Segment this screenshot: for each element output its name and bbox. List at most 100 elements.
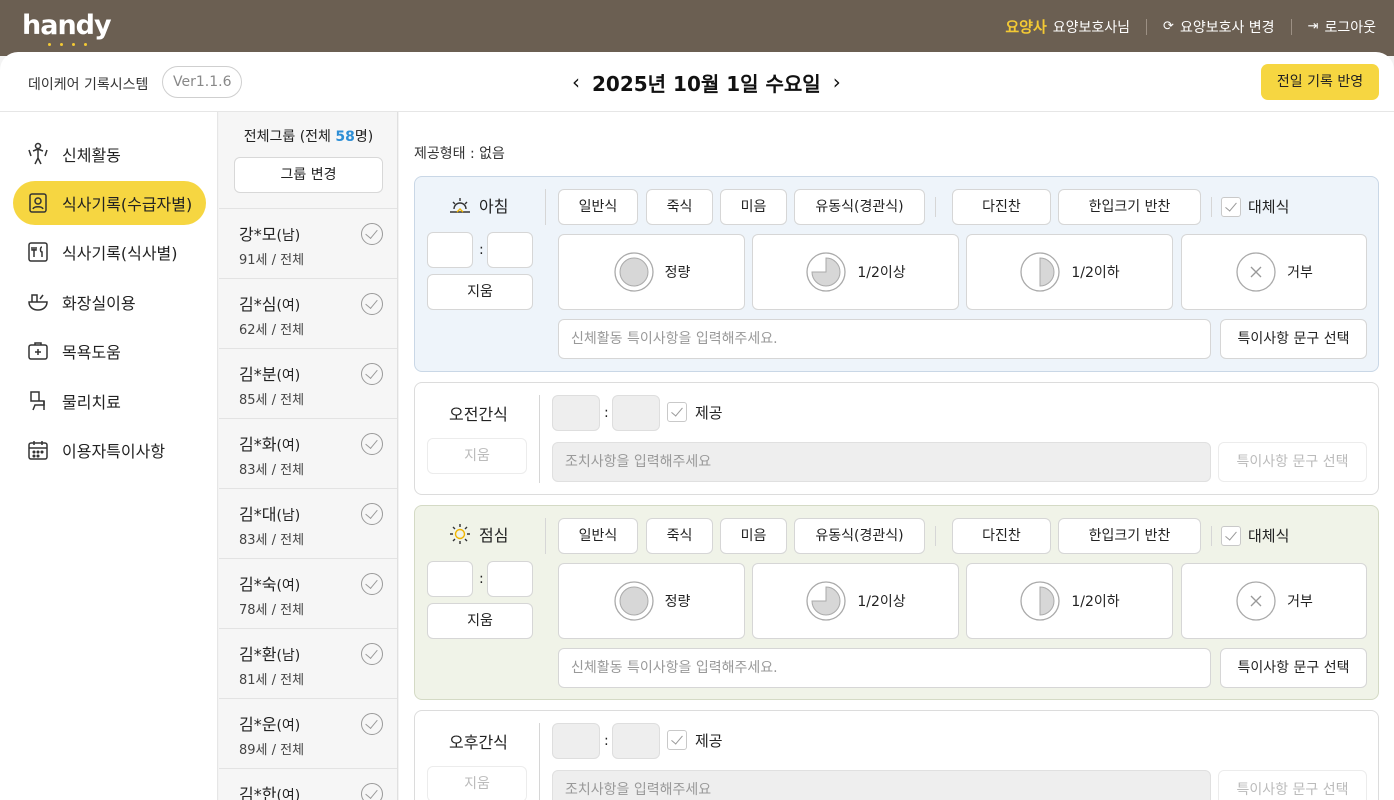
meal-type-porridge[interactable]: 죽식 bbox=[646, 518, 713, 554]
amount-under-half-button[interactable]: 1/2이하 bbox=[966, 563, 1173, 639]
logout-button[interactable]: ⇥ 로그아웃 bbox=[1308, 17, 1376, 37]
provided-checkbox[interactable] bbox=[667, 402, 687, 422]
body-activity-icon bbox=[26, 142, 50, 166]
meal-type-porridge[interactable]: 죽식 bbox=[646, 189, 713, 225]
sidebar-item-meal-by-recipient[interactable]: 식사기록(수급자별) bbox=[13, 181, 206, 225]
check-circle-icon bbox=[361, 713, 383, 735]
recipient-row[interactable]: 김*운(여) 89세 / 전체 bbox=[219, 698, 397, 768]
meal-card-pm-snack: 오후간식 지움 : 제공 조치사항을 입력해주세요 특이사항 문구 선택 bbox=[414, 710, 1379, 800]
prev-day-button[interactable]: ‹ bbox=[560, 70, 592, 94]
sidebar-item-bath-help[interactable]: 목욕도움 bbox=[13, 329, 206, 373]
amount-under-half-button[interactable]: 1/2이하 bbox=[966, 234, 1173, 310]
sidebar-item-toilet[interactable]: 화장실이용 bbox=[13, 280, 206, 324]
sidebar-item-body-activity[interactable]: 신체활동 bbox=[13, 132, 206, 176]
hour-input[interactable] bbox=[552, 723, 600, 759]
recipient-row[interactable]: 김*환(남) 81세 / 전체 bbox=[219, 628, 397, 698]
amount-full-button[interactable]: 정량 bbox=[558, 234, 745, 310]
amount-over-half-button[interactable]: 1/2이상 bbox=[752, 563, 959, 639]
recipient-row[interactable]: 김*한(여) bbox=[219, 768, 397, 800]
check-circle-icon bbox=[361, 433, 383, 455]
amount-over-half-button[interactable]: 1/2이상 bbox=[752, 234, 959, 310]
recipient-row[interactable]: 김*숙(여) 78세 / 전체 bbox=[219, 558, 397, 628]
note-input[interactable]: 신체활동 특이사항을 입력해주세요. bbox=[558, 648, 1211, 688]
therapy-icon bbox=[26, 389, 50, 413]
amount-refuse-button[interactable]: 거부 bbox=[1181, 563, 1367, 639]
check-circle-icon bbox=[361, 573, 383, 595]
side-chopped[interactable]: 다진찬 bbox=[952, 518, 1051, 554]
check-circle-icon bbox=[361, 363, 383, 385]
sidebar-item-physical-therapy[interactable]: 물리치료 bbox=[13, 379, 206, 423]
meal-type-general[interactable]: 일반식 bbox=[558, 518, 638, 554]
refuse-icon bbox=[1236, 581, 1276, 621]
hour-input[interactable] bbox=[427, 561, 473, 597]
meal-type-gruel[interactable]: 미음 bbox=[720, 518, 787, 554]
meal-type-liquid[interactable]: 유동식(경관식) bbox=[794, 518, 925, 554]
sunrise-icon bbox=[450, 198, 470, 213]
recipient-row[interactable]: 김*화(여) 83세 / 전체 bbox=[219, 418, 397, 488]
hour-input[interactable] bbox=[552, 395, 600, 431]
half-plate-icon bbox=[1020, 581, 1060, 621]
check-circle-icon bbox=[361, 503, 383, 525]
meal-type-general[interactable]: 일반식 bbox=[558, 189, 638, 225]
clear-button[interactable]: 지움 bbox=[427, 603, 533, 639]
select-phrase-button[interactable]: 특이사항 문구 선택 bbox=[1220, 319, 1367, 359]
side-bite-size[interactable]: 한입크기 반찬 bbox=[1058, 189, 1201, 225]
action-note-input[interactable]: 조치사항을 입력해주세요 bbox=[552, 770, 1211, 800]
minute-input[interactable] bbox=[487, 561, 533, 597]
sidebar-item-user-notes[interactable]: 이용자특이사항 bbox=[13, 428, 206, 472]
select-phrase-button[interactable]: 특이사항 문구 선택 bbox=[1218, 770, 1367, 800]
substitute-label: 대체식 bbox=[1248, 527, 1290, 545]
recipient-row[interactable]: 강*모(남) 91세 / 전체 bbox=[219, 208, 397, 278]
recipient-row[interactable]: 김*분(여) 85세 / 전체 bbox=[219, 348, 397, 418]
role-label: 요양사 bbox=[1005, 18, 1047, 36]
next-day-button[interactable]: › bbox=[821, 70, 853, 94]
refresh-icon: ⟳ bbox=[1163, 19, 1174, 34]
select-phrase-button[interactable]: 특이사항 문구 선택 bbox=[1220, 648, 1367, 688]
check-circle-icon bbox=[361, 783, 383, 800]
meal-type-liquid[interactable]: 유동식(경관식) bbox=[794, 189, 925, 225]
select-phrase-button[interactable]: 특이사항 문구 선택 bbox=[1218, 442, 1367, 482]
recipient-list-panel: 전체그룹 (전체 58명) 그룹 변경 강*모(남) 91세 / 전체 김*심(… bbox=[219, 112, 398, 800]
meal-record-main: 제공형태 : 없음 아침 : 지움 일반식 죽식 미음 유동식(경관식) 다진찬… bbox=[399, 112, 1394, 800]
switch-caregiver-button[interactable]: ⟳ 요양보호사 변경 bbox=[1163, 17, 1275, 37]
sun-icon bbox=[450, 524, 470, 544]
three-quarter-plate-icon bbox=[806, 581, 846, 621]
provided-checkbox[interactable] bbox=[667, 730, 687, 750]
amount-refuse-button[interactable]: 거부 bbox=[1181, 234, 1367, 310]
version-badge: Ver1.1.6 bbox=[162, 66, 243, 98]
meal-title: 오전간식 bbox=[449, 405, 508, 424]
amount-full-button[interactable]: 정량 bbox=[558, 563, 745, 639]
full-plate-icon bbox=[613, 581, 654, 621]
half-plate-icon bbox=[1020, 252, 1060, 292]
meal-type-gruel[interactable]: 미음 bbox=[720, 189, 787, 225]
user-name: 요양보호사님 bbox=[1052, 19, 1131, 36]
substitute-checkbox[interactable] bbox=[1221, 526, 1241, 546]
date-navigator: ‹ 2025년 10월 1일 수요일 › bbox=[560, 66, 853, 98]
top-bar: handy 요양사 요양보호사님 ⟳ 요양보호사 변경 ⇥ 로그아웃 bbox=[0, 0, 1394, 56]
apply-previous-record-button[interactable]: 전일 기록 반영 bbox=[1261, 64, 1379, 100]
note-input[interactable]: 신체활동 특이사항을 입력해주세요. bbox=[558, 319, 1211, 359]
check-circle-icon bbox=[361, 643, 383, 665]
hour-input[interactable] bbox=[427, 232, 473, 268]
sidebar-item-meal-by-meal[interactable]: 식사기록(식사별) bbox=[13, 230, 206, 274]
clear-button[interactable]: 지움 bbox=[427, 766, 527, 800]
recipient-card-icon bbox=[26, 191, 50, 215]
minute-input[interactable] bbox=[612, 395, 660, 431]
side-bite-size[interactable]: 한입크기 반찬 bbox=[1058, 518, 1201, 554]
clear-button[interactable]: 지움 bbox=[427, 438, 527, 474]
clear-button[interactable]: 지움 bbox=[427, 274, 533, 310]
recipient-row[interactable]: 김*대(남) 83세 / 전체 bbox=[219, 488, 397, 558]
change-group-button[interactable]: 그룹 변경 bbox=[234, 157, 383, 193]
system-name: 데이케어 기록시스템 bbox=[28, 77, 149, 93]
minute-input[interactable] bbox=[487, 232, 533, 268]
recipient-row[interactable]: 김*심(여) 62세 / 전체 bbox=[219, 278, 397, 348]
substitute-checkbox[interactable] bbox=[1221, 197, 1241, 217]
meal-card-morning: 아침 : 지움 일반식 죽식 미음 유동식(경관식) 다진찬 한입크기 반찬 대… bbox=[414, 176, 1379, 372]
minute-input[interactable] bbox=[612, 723, 660, 759]
meal-card-am-snack: 오전간식 지움 : 제공 조치사항을 입력해주세요 특이사항 문구 선택 bbox=[414, 382, 1379, 495]
side-chopped[interactable]: 다진찬 bbox=[952, 189, 1051, 225]
action-note-input[interactable]: 조치사항을 입력해주세요 bbox=[552, 442, 1211, 482]
meal-title: 아침 bbox=[449, 193, 508, 217]
calendar-icon bbox=[26, 438, 50, 462]
sidebar: 신체활동 식사기록(수급자별) 식사기록(식사별) 화장실이용 목욕도움 물리치… bbox=[0, 112, 218, 800]
